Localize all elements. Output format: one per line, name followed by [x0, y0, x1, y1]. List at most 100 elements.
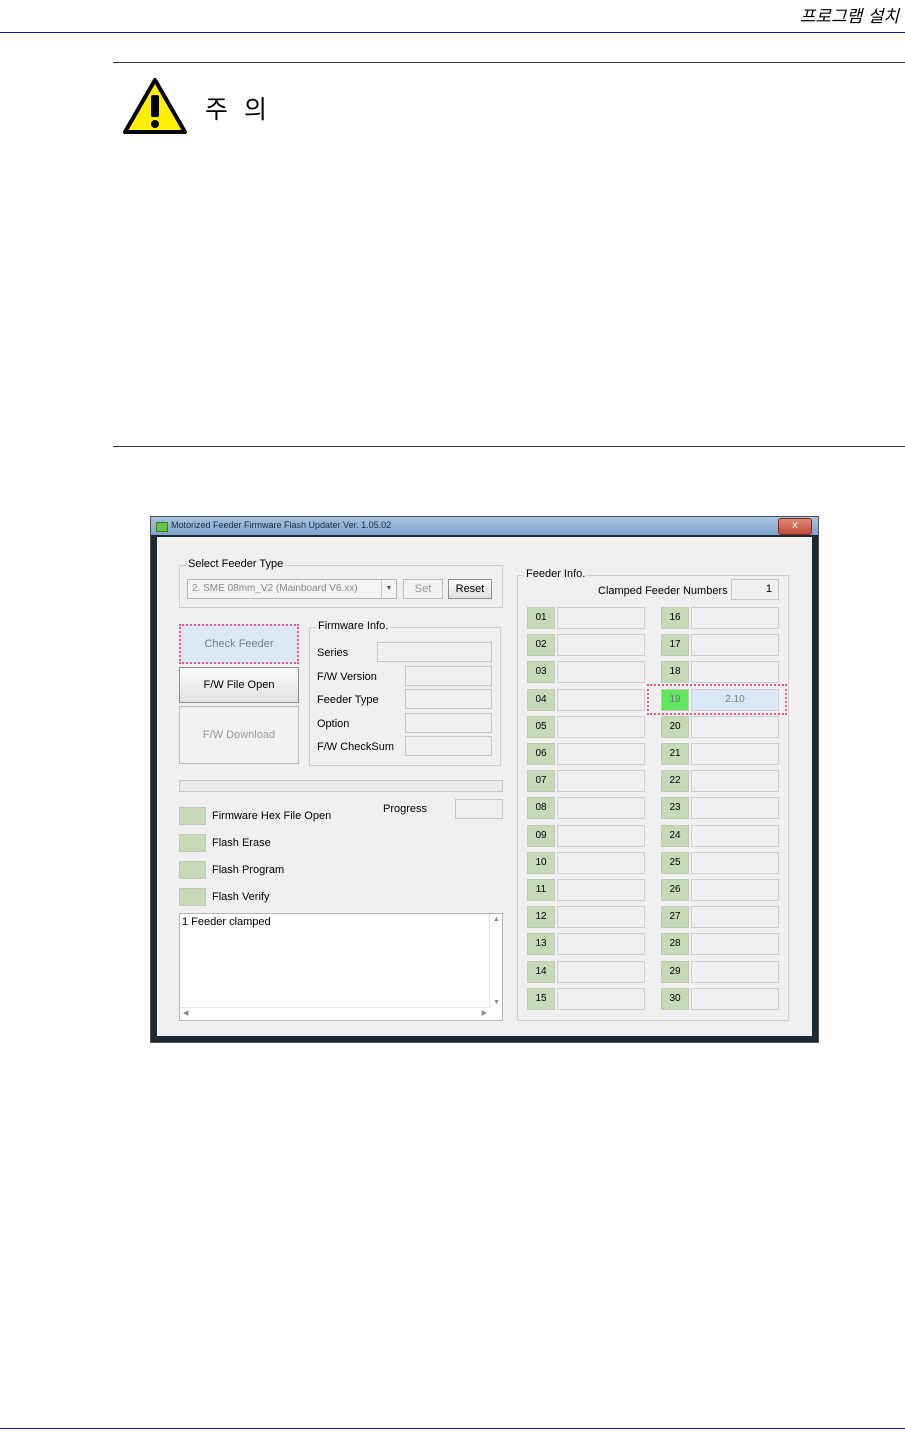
- fw-checksum-field: [405, 736, 492, 756]
- feeder-slot-value: [557, 960, 645, 983]
- feeder-slot-number: 14: [527, 960, 555, 983]
- feeder-slot-number: 10: [527, 851, 555, 874]
- feeder-type-select[interactable]: 2. SME 08mm_V2 (Mainboard V6.xx) ▼: [187, 579, 397, 599]
- feeder-slot-value: [557, 743, 645, 765]
- option-field: [405, 713, 492, 733]
- reset-button[interactable]: Reset: [448, 579, 492, 599]
- app-window: Motorized Feeder Firmware Flash Updater …: [150, 516, 819, 1043]
- feeder-slot-number: 09: [527, 824, 555, 847]
- set-button[interactable]: Set: [403, 579, 443, 599]
- feeder-slot-value: [691, 906, 779, 929]
- scroll-right-icon[interactable]: ▶: [482, 1009, 487, 1017]
- feeder-slot-number: 25: [661, 851, 689, 874]
- feeder-slot-number: 18: [661, 661, 689, 684]
- log-vertical-scrollbar[interactable]: ▲ ▼: [489, 914, 502, 1008]
- feeder-slot-value: [557, 987, 645, 1010]
- window-client-area: Select Feeder Type 2. SME 08mm_V2 (Mainb…: [157, 537, 812, 1036]
- feeder-type-label: Feeder Type: [317, 694, 379, 706]
- step-label-hex-open: Firmware Hex File Open: [212, 810, 332, 822]
- feeder-slot-number: 20: [661, 715, 689, 738]
- feeder-slot-value: [557, 933, 645, 956]
- feeder-slot-number: 28: [661, 933, 689, 956]
- fw-version-label: F/W Version: [317, 671, 377, 683]
- feeder-slot-value: [557, 661, 645, 684]
- close-button[interactable]: x: [778, 518, 812, 535]
- feeder-slot-value: [691, 743, 779, 765]
- feeder-slot-number: 13: [527, 933, 555, 956]
- page-header-title: 프로그램 설치: [799, 7, 899, 27]
- feeder-slot-number: 03: [527, 661, 555, 684]
- feeder-slot-value: [691, 824, 779, 847]
- step-indicator-erase: [179, 834, 206, 852]
- feeder-slot-value: [691, 607, 779, 629]
- feeder-slot-value: [557, 797, 645, 820]
- window-title: Motorized Feeder Firmware Flash Updater …: [171, 520, 392, 530]
- warning-triangle-icon: [123, 78, 187, 134]
- feeder-slot-value: [557, 770, 645, 793]
- feeder-slot-number: 15: [527, 987, 555, 1010]
- feeder-slot-value: [691, 770, 779, 793]
- feeder-slot-number: 11: [527, 879, 555, 901]
- feeder-slot-value: [691, 797, 779, 820]
- feeder-slot-number: 22: [661, 770, 689, 793]
- option-label: Option: [317, 718, 350, 730]
- feeder-slot-number: 08: [527, 797, 555, 820]
- feeder-info-group-label: Feeder Info.: [524, 568, 588, 580]
- log-horizontal-scrollbar[interactable]: ◀ ▶: [180, 1007, 490, 1020]
- feeder-slot-value: [557, 607, 645, 629]
- title-bar: Motorized Feeder Firmware Flash Updater …: [151, 517, 818, 535]
- fw-download-button[interactable]: F/W Download: [179, 706, 299, 764]
- firmware-info-group: Firmware Info. Series F/W Version Feeder…: [309, 620, 501, 766]
- feeder-slot-value: [691, 661, 779, 684]
- feeder-slot-value: [691, 851, 779, 874]
- feeder-slot-value: [557, 715, 645, 738]
- firmware-info-group-label: Firmware Info.: [316, 620, 391, 632]
- header-rule: [0, 32, 905, 33]
- scroll-left-icon[interactable]: ◀: [183, 1009, 188, 1017]
- feeder-slot-value: [691, 634, 779, 657]
- progress-label: Progress: [383, 803, 428, 815]
- step-label-program: Flash Program: [212, 864, 285, 876]
- feeder-slot-number: 30: [661, 987, 689, 1010]
- caution-bottom-rule: [113, 446, 905, 447]
- check-feeder-button[interactable]: Check Feeder: [179, 624, 299, 664]
- feeder-slot-value: [557, 688, 645, 711]
- active-slot-highlight: [647, 684, 787, 715]
- log-textarea[interactable]: 1 Feeder clamped ▲ ▼ ◀ ▶: [179, 913, 503, 1021]
- feeder-slot-number: 26: [661, 879, 689, 901]
- progress-bar: [179, 780, 503, 792]
- feeder-slot-number: 01: [527, 607, 555, 629]
- feeder-slot-number: 23: [661, 797, 689, 820]
- fw-file-open-button[interactable]: F/W File Open: [179, 667, 299, 703]
- feeder-slot-number: 16: [661, 607, 689, 629]
- feeder-slot-value: [691, 960, 779, 983]
- feeder-slot-number: 17: [661, 634, 689, 657]
- feeder-slot-value: [691, 933, 779, 956]
- scroll-down-icon[interactable]: ▼: [493, 999, 500, 1006]
- caution-top-rule: [113, 62, 905, 63]
- feeder-slot-number: 21: [661, 743, 689, 765]
- clamped-feeder-field: 1: [731, 579, 779, 600]
- series-label: Series: [317, 647, 349, 659]
- feeder-slot-number: 07: [527, 770, 555, 793]
- feeder-slot-value: [557, 634, 645, 657]
- step-indicator-program: [179, 861, 206, 879]
- progress-value-field: [455, 799, 503, 819]
- log-text: 1 Feeder clamped: [182, 916, 271, 928]
- series-field: [377, 642, 492, 662]
- select-feeder-group-label: Select Feeder Type: [186, 558, 286, 570]
- fw-version-field: [405, 666, 492, 686]
- fw-checksum-label: F/W CheckSum: [317, 741, 395, 753]
- feeder-slot-number: 27: [661, 906, 689, 929]
- chevron-down-icon[interactable]: ▼: [381, 580, 396, 598]
- feeder-slot-value: [691, 879, 779, 901]
- feeder-slot-value: [691, 987, 779, 1010]
- feeder-slot-number: 24: [661, 824, 689, 847]
- step-indicator-hex-open: [179, 807, 206, 825]
- step-label-verify: Flash Verify: [212, 891, 270, 903]
- feeder-slot-value: [557, 851, 645, 874]
- step-indicator-verify: [179, 888, 206, 906]
- feeder-slot-value: [557, 906, 645, 929]
- scroll-up-icon[interactable]: ▲: [493, 916, 500, 923]
- caution-label: 주 의: [205, 95, 271, 124]
